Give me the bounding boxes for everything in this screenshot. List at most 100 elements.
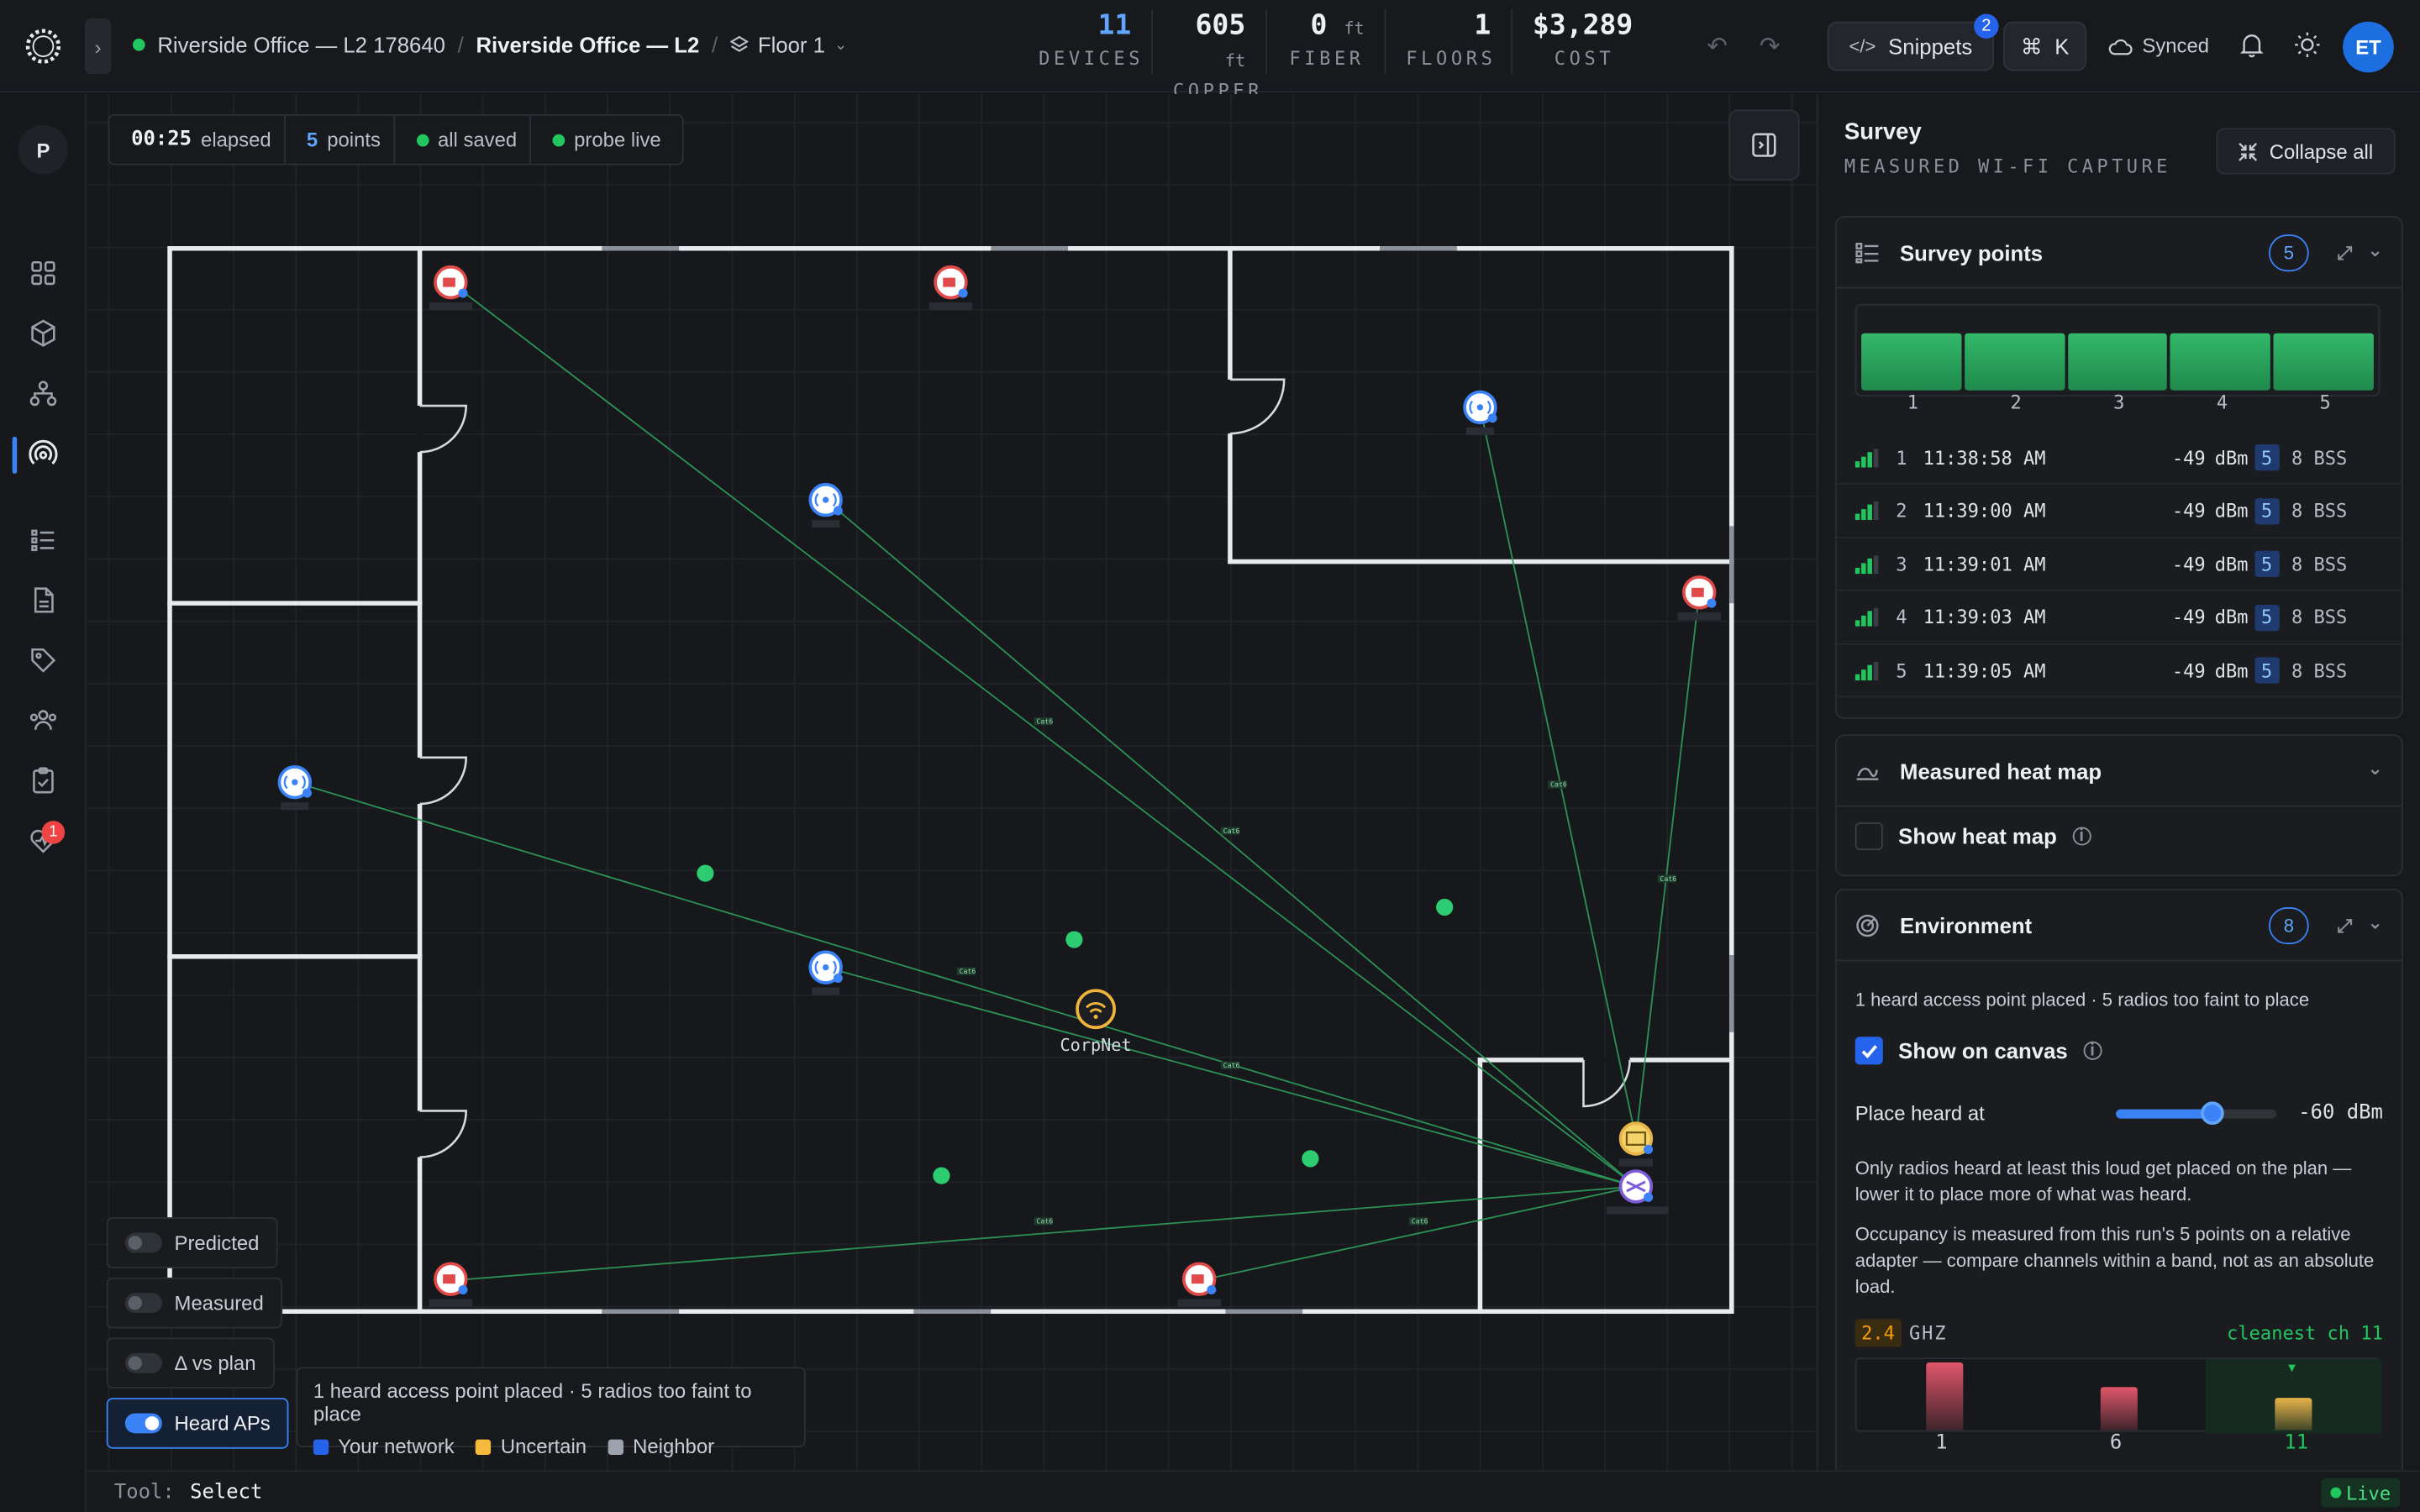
show-heatmap-row[interactable]: Show heat map i [1854, 822, 2091, 851]
signal-bar[interactable] [2067, 333, 2168, 391]
grid-icon[interactable] [28, 258, 59, 289]
wifi-survey-icon[interactable] [28, 438, 59, 470]
command-key-label: K [2054, 34, 2070, 59]
floor-plan[interactable]: Cat6 Cat6 Cat6 Cat6 Cat6 Cat6 Cat6 Cat6 [87, 94, 1817, 1470]
layer-toggle-heard-aps[interactable]: Heard APs [106, 1398, 289, 1449]
switch-icon[interactable] [1607, 1169, 1669, 1215]
users-icon[interactable] [28, 705, 59, 736]
floor-plan-canvas[interactable]: Cat6 Cat6 Cat6 Cat6 Cat6 Cat6 Cat6 Cat6 [86, 94, 1817, 1471]
point-rssi-unit: dBm [2214, 606, 2249, 628]
chevron-down-icon[interactable]: ⌄ [2367, 239, 2382, 261]
place-heard-label: Place heard at [1854, 1101, 1985, 1125]
survey-session-status: 00:25 elapsed 5 points all saved probe liv… [108, 113, 685, 165]
channel-bar[interactable] [1926, 1362, 1964, 1431]
show-on-canvas-row[interactable]: Show on canvas i [1854, 1037, 2102, 1065]
tool-label: Tool: [113, 1481, 175, 1504]
camera-device-icon[interactable] [1677, 575, 1721, 621]
survey-point[interactable] [1436, 898, 1454, 916]
cube-icon[interactable] [28, 318, 59, 349]
tag-icon[interactable] [28, 645, 59, 676]
breadcrumb-site[interactable]: Riverside Office — L2 [476, 33, 699, 57]
topology-icon[interactable] [28, 378, 59, 409]
place-heard-slider[interactable] [2116, 1101, 2277, 1125]
camera-device-icon[interactable] [929, 265, 973, 311]
redo-icon[interactable]: ↷ [1760, 31, 1781, 62]
access-point-icon[interactable] [808, 950, 843, 995]
bss-count: 8 BSS [2291, 659, 2348, 681]
access-point-icon[interactable] [808, 482, 843, 528]
layer-toggle-predicted[interactable]: Predicted [106, 1217, 278, 1268]
collapse-all-label: Collapse all [2269, 139, 2374, 163]
survey-point-row[interactable]: 5 11:39:05 AM -49 dBm 5 8 BSS [1836, 645, 2402, 698]
access-point-icon[interactable] [1463, 390, 1497, 435]
user-avatar[interactable]: ET [2343, 21, 2394, 73]
show-heatmap-checkbox[interactable] [1854, 822, 1883, 851]
point-time: 11:39:03 AM [1923, 606, 2046, 628]
project-switcher-button[interactable]: P [18, 124, 68, 175]
survey-point-row[interactable]: 4 11:39:03 AM -49 dBm 5 8 BSS [1836, 591, 2402, 644]
sidebar-expand-button[interactable]: › [85, 18, 112, 75]
signal-bar[interactable] [2170, 333, 2271, 391]
point-rssi: -49 [2171, 553, 2206, 575]
stat-value: 1 [1474, 9, 1491, 42]
point-time: 11:39:01 AM [1923, 553, 2046, 575]
expand-icon[interactable]: ⤢ [2338, 242, 2353, 265]
collapse-all-button[interactable]: Collapse all [2216, 128, 2396, 175]
camera-device-icon[interactable] [429, 265, 473, 311]
channel-bar[interactable] [2100, 1387, 2138, 1431]
access-point-icon[interactable] [277, 765, 313, 811]
breadcrumb-project[interactable]: Riverside Office — L2 178640 [157, 33, 445, 57]
heard-ap-marker[interactable] [1076, 989, 1116, 1030]
patch-panel-icon[interactable] [1618, 1121, 1654, 1167]
snippets-badge: 2 [1974, 13, 1999, 39]
chevron-down-icon[interactable]: ⌄ [2367, 912, 2382, 934]
environment-header[interactable]: Environment 8 ⤢ ⌄ [1836, 890, 2402, 962]
expand-icon[interactable]: ⤢ [2338, 915, 2353, 938]
undo-icon[interactable]: ↶ [1707, 31, 1728, 62]
heatmap-header[interactable]: Measured heat map ⌄ [1836, 736, 2402, 807]
sync-status[interactable]: Synced [2108, 34, 2209, 57]
band-unit: GHZ [1909, 1322, 1948, 1344]
signal-strength-icon [1854, 448, 1879, 467]
point-index-label: 1 [1907, 391, 1919, 414]
channel-bar[interactable] [2275, 1398, 2312, 1431]
camera-device-icon[interactable] [429, 1262, 473, 1307]
info-icon[interactable]: i [2072, 827, 2091, 846]
list-icon[interactable] [28, 524, 59, 555]
survey-points-header[interactable]: Survey points 5 ⤢ ⌄ [1836, 218, 2402, 289]
bell-icon[interactable] [2238, 31, 2265, 59]
stat-devices: 11 DEVICES [1018, 9, 1151, 74]
survey-point[interactable] [933, 1167, 950, 1184]
channel-label: 11 [2284, 1431, 2309, 1456]
survey-point[interactable] [1065, 931, 1083, 948]
theme-toggle-icon[interactable] [2293, 31, 2321, 59]
signal-bar[interactable] [1861, 333, 1962, 391]
camera-device-icon[interactable] [1177, 1262, 1221, 1307]
info-icon[interactable]: i [2083, 1041, 2102, 1060]
slider-knob[interactable] [2201, 1101, 2225, 1125]
toggle-right-panel-button[interactable] [1728, 109, 1800, 181]
layer-toggle-measured[interactable]: Measured [106, 1277, 282, 1329]
signal-bar[interactable] [2273, 333, 2374, 391]
left-rail: P 1 [0, 94, 87, 1512]
clipboard-check-icon[interactable] [28, 765, 59, 796]
chevron-down-icon[interactable]: ⌄ [2367, 758, 2382, 780]
survey-point-row[interactable]: 3 11:39:01 AM -49 dBm 5 8 BSS [1836, 538, 2402, 591]
survey-point[interactable] [1302, 1150, 1319, 1168]
snippets-button[interactable]: </> Snippets 2 [1827, 13, 1999, 71]
point-index-label: 2 [2010, 391, 2022, 414]
document-icon[interactable] [28, 585, 59, 616]
survey-point-row[interactable]: 1 11:38:58 AM -49 dBm 5 8 BSS [1836, 432, 2402, 485]
floor-selector[interactable]: Floor 1 ⌄ [729, 33, 847, 57]
survey-point[interactable] [697, 864, 714, 882]
show-on-canvas-checkbox[interactable] [1854, 1037, 1883, 1065]
layer-toggle-delta[interactable]: Δ vs plan [106, 1337, 275, 1389]
signal-bar[interactable] [1964, 333, 2065, 391]
command-palette-button[interactable]: ⌘ K [2003, 21, 2087, 71]
survey-panel: Survey MEASURED WI-FI CAPTURE Collapse a… [1816, 94, 2420, 1471]
channel-count-badge: 5 [2254, 550, 2280, 577]
app-logo-icon[interactable] [22, 24, 65, 67]
elapsed-label: elapsed [201, 128, 271, 152]
channel-count-badge: 5 [2254, 604, 2280, 631]
survey-point-row[interactable]: 2 11:39:00 AM -49 dBm 5 8 BSS [1836, 486, 2402, 538]
